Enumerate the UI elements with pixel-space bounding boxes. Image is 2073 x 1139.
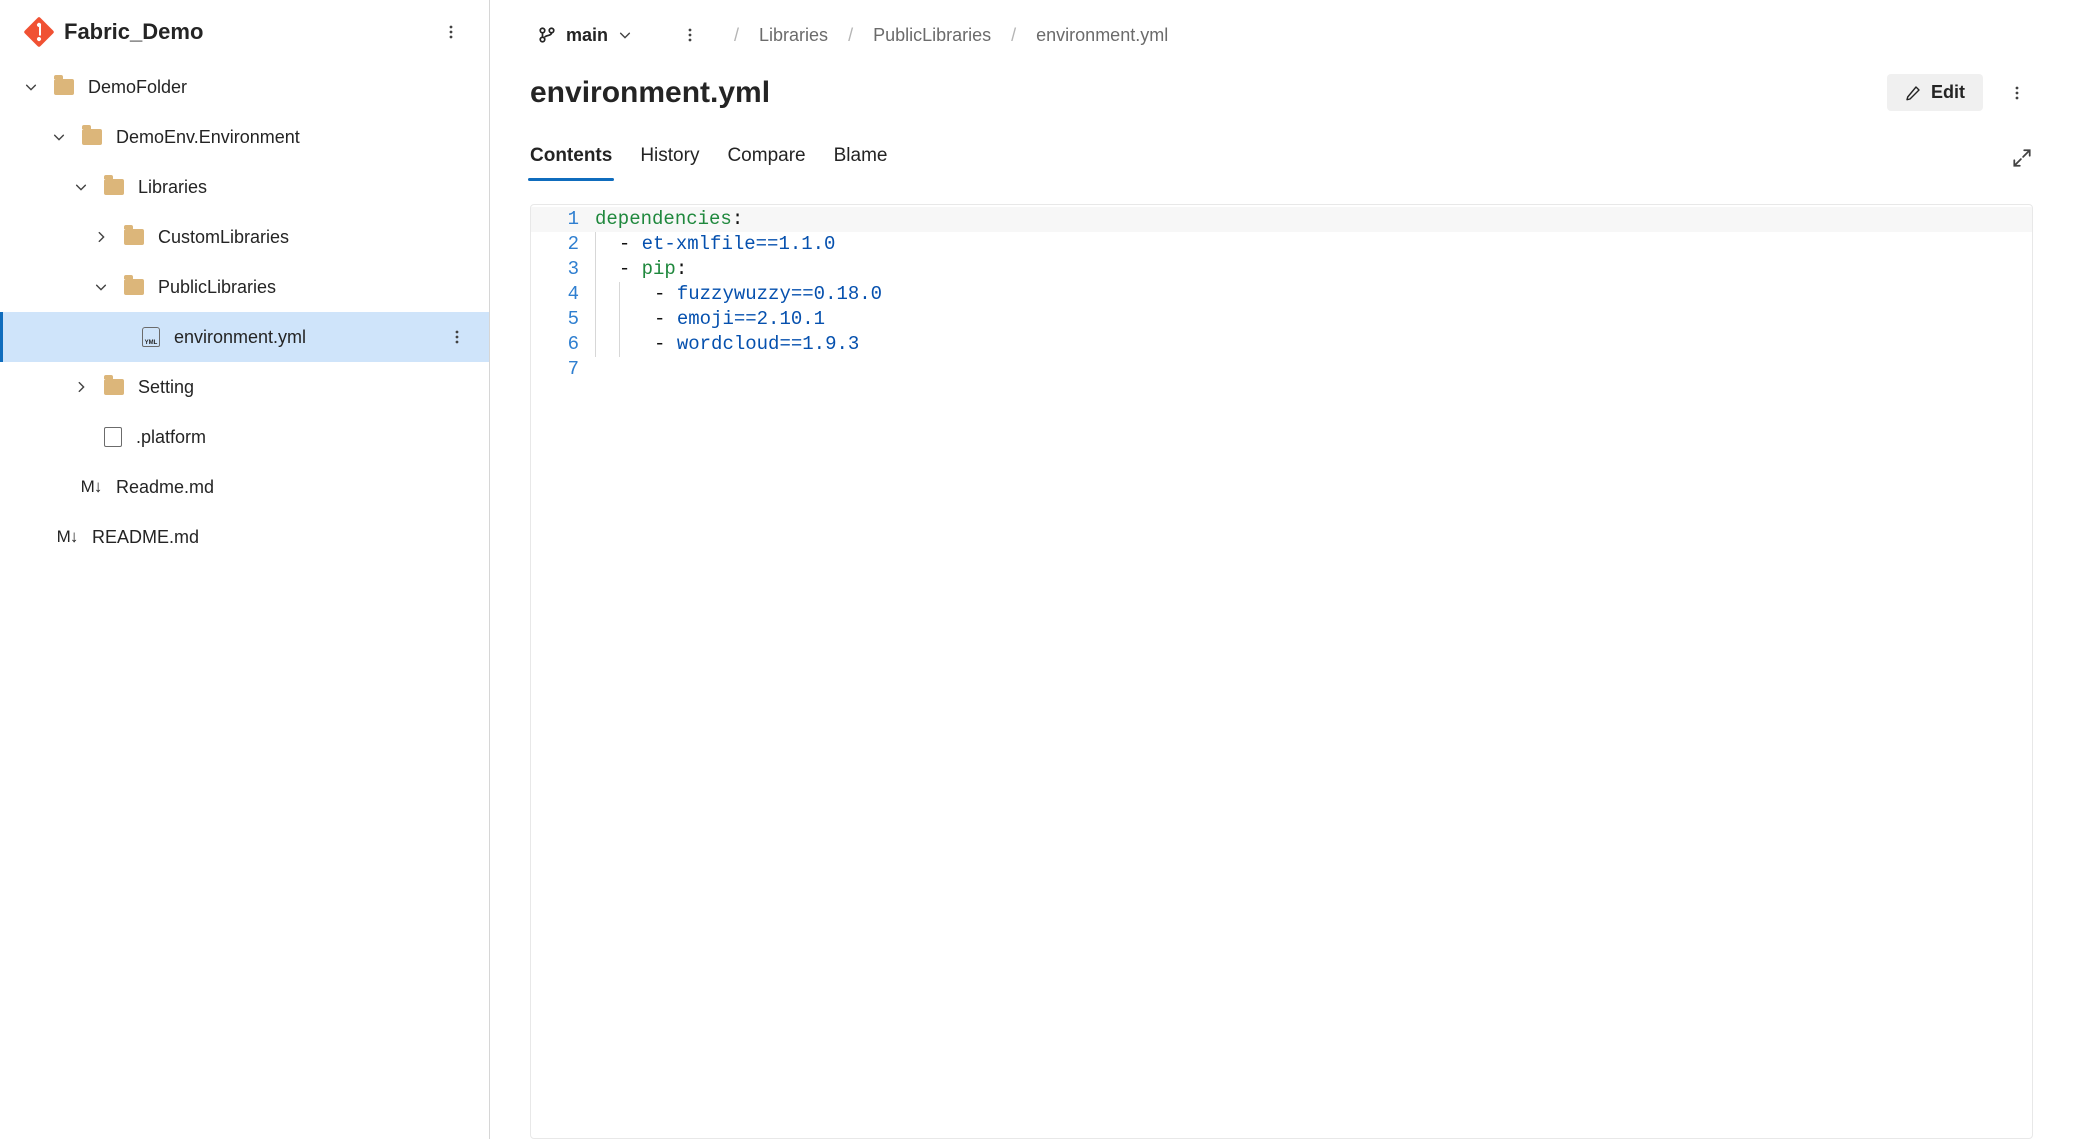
- code-line: - pip:: [593, 257, 687, 282]
- code-line: dependencies:: [593, 207, 743, 232]
- tree-label: DemoFolder: [88, 77, 187, 98]
- chevron-right-icon: [92, 230, 110, 244]
- repo-more-button[interactable]: [435, 16, 467, 48]
- branch-picker[interactable]: main: [530, 19, 640, 52]
- tree-folder-libraries[interactable]: Libraries: [0, 162, 489, 212]
- branch-icon: [538, 26, 556, 44]
- line-number: 4: [531, 282, 593, 307]
- tree-label: environment.yml: [174, 327, 306, 348]
- folder-icon: [54, 79, 74, 95]
- tab-contents[interactable]: Contents: [530, 135, 612, 181]
- line-number: 3: [531, 257, 593, 282]
- chevron-down-icon: [22, 80, 40, 94]
- line-number: 1: [531, 207, 593, 232]
- chevron-down-icon: [72, 180, 90, 194]
- tree-file-readme-upper[interactable]: M↓ README.md: [0, 512, 489, 562]
- breadcrumb-separator: /: [848, 25, 853, 46]
- markdown-icon: M↓: [80, 477, 102, 497]
- code-line: - emoji==2.10.1: [593, 307, 825, 332]
- tree-file-platform[interactable]: .platform: [0, 412, 489, 462]
- tree-label: .platform: [136, 427, 206, 448]
- file-tree: DemoFolder DemoEnv.Environment Libraries…: [0, 58, 489, 566]
- line-number: 2: [531, 232, 593, 257]
- edit-button[interactable]: Edit: [1887, 74, 1983, 111]
- pencil-icon: [1905, 85, 1921, 101]
- chevron-down-icon: [92, 280, 110, 294]
- tree-label: CustomLibraries: [158, 227, 289, 248]
- tree-folder-demofolder[interactable]: DemoFolder: [0, 62, 489, 112]
- breadcrumb-separator: /: [734, 25, 739, 46]
- repo-title[interactable]: Fabric_Demo: [28, 19, 203, 45]
- folder-icon: [104, 379, 124, 395]
- repo-header: Fabric_Demo: [0, 6, 489, 58]
- tree-label: README.md: [92, 527, 199, 548]
- line-number: 6: [531, 332, 593, 357]
- breadcrumb-current: environment.yml: [1036, 25, 1168, 46]
- folder-icon: [124, 229, 144, 245]
- code-line: - wordcloud==1.9.3: [593, 332, 859, 357]
- branch-name: main: [566, 25, 608, 46]
- code-line: - et-xmlfile==1.1.0: [593, 232, 835, 257]
- file-tabs: Contents History Compare Blame: [530, 135, 2033, 182]
- tab-history[interactable]: History: [640, 135, 699, 181]
- tree-folder-setting[interactable]: Setting: [0, 362, 489, 412]
- line-number: 7: [531, 357, 593, 382]
- file-header: environment.yml Edit: [530, 74, 2033, 111]
- tree-label: Setting: [138, 377, 194, 398]
- file-title: environment.yml: [530, 76, 770, 110]
- file-more-button[interactable]: [2001, 77, 2033, 109]
- file-icon: [104, 427, 122, 447]
- tree-label: Libraries: [138, 177, 207, 198]
- markdown-icon: M↓: [56, 527, 78, 547]
- tree-label: Readme.md: [116, 477, 214, 498]
- tree-file-readme-lower[interactable]: M↓ Readme.md: [0, 462, 489, 512]
- code-viewer[interactable]: 1 dependencies: 2 - et-xmlfile==1.1.0 3 …: [530, 204, 2033, 1139]
- branch-more-button[interactable]: [674, 19, 706, 51]
- tree-folder-custom[interactable]: CustomLibraries: [0, 212, 489, 262]
- tab-compare[interactable]: Compare: [727, 135, 805, 181]
- breadcrumb-separator: /: [1011, 25, 1016, 46]
- breadcrumb-publiclibraries[interactable]: PublicLibraries: [873, 25, 991, 46]
- repo-name: Fabric_Demo: [64, 19, 203, 45]
- tree-file-environment-yml[interactable]: YML environment.yml: [0, 312, 489, 362]
- folder-icon: [104, 179, 124, 195]
- code-line: - fuzzywuzzy==0.18.0: [593, 282, 882, 307]
- chevron-down-icon: [50, 130, 68, 144]
- yml-file-icon: YML: [142, 327, 160, 347]
- tab-blame[interactable]: Blame: [834, 135, 888, 181]
- tree-folder-demoenv[interactable]: DemoEnv.Environment: [0, 112, 489, 162]
- line-number: 5: [531, 307, 593, 332]
- breadcrumb: / Libraries / PublicLibraries / environm…: [734, 25, 1168, 46]
- folder-icon: [82, 129, 102, 145]
- crumb-bar: main / Libraries / PublicLibraries / env…: [530, 0, 2033, 70]
- code-line: [593, 357, 595, 382]
- file-tree-sidebar: Fabric_Demo DemoFolder DemoEnv.Environme…: [0, 0, 490, 1139]
- tree-label: PublicLibraries: [158, 277, 276, 298]
- folder-icon: [124, 279, 144, 295]
- tree-item-more-button[interactable]: [449, 329, 477, 345]
- git-repo-icon: [23, 16, 54, 47]
- edit-label: Edit: [1931, 82, 1965, 103]
- tree-folder-public[interactable]: PublicLibraries: [0, 262, 489, 312]
- file-view-panel: main / Libraries / PublicLibraries / env…: [490, 0, 2073, 1139]
- chevron-down-icon: [618, 28, 632, 42]
- tree-label: DemoEnv.Environment: [116, 127, 300, 148]
- fullscreen-button[interactable]: [2011, 147, 2033, 169]
- breadcrumb-libraries[interactable]: Libraries: [759, 25, 828, 46]
- chevron-right-icon: [72, 380, 90, 394]
